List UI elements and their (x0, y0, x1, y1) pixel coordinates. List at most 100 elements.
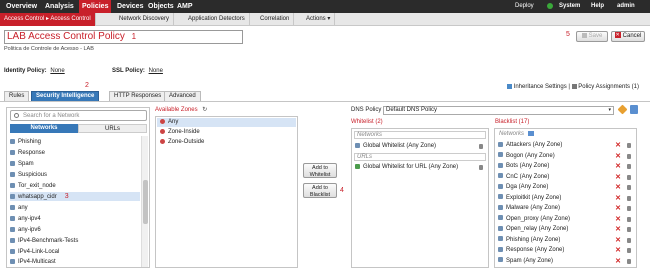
block-x-icon[interactable]: ✕ (615, 216, 621, 223)
policy-assignments-link[interactable]: Policy Assignments (1) (578, 84, 639, 90)
trash-icon[interactable] (627, 258, 631, 264)
inheritance-settings-link[interactable]: Inheritance Settings (514, 84, 567, 90)
network-list-scrollbar[interactable] (141, 136, 148, 267)
subnav-access-control[interactable]: Access Control ▸ Access Control (0, 13, 96, 26)
blacklist-networks-filter[interactable]: Networks (497, 131, 634, 139)
trash-icon[interactable] (627, 164, 631, 169)
block-x-icon[interactable]: ✕ (615, 226, 621, 233)
cancel-button[interactable]: ✕ Cancel (611, 31, 645, 42)
blacklist-item[interactable]: Bogon (Any Zone) ✕ (498, 152, 635, 161)
scrollbar-thumb[interactable] (143, 180, 148, 224)
list-item[interactable]: Phishing (10, 138, 41, 147)
block-x-icon[interactable]: ✕ (615, 153, 621, 160)
block-x-icon[interactable]: ✕ (615, 205, 621, 212)
blacklist-item[interactable]: Attackers (Any Zone) ✕ (498, 141, 635, 150)
list-item[interactable]: IPv4-Multicast (10, 258, 56, 267)
list-item[interactable]: Tor_exit_node (10, 182, 56, 191)
list-item[interactable]: IPv4-Benchmark-Tests (10, 237, 78, 246)
list-item[interactable]: IPv4-Link-Local (10, 248, 59, 257)
list-item[interactable]: any-ipv6 (10, 226, 41, 235)
list-item[interactable]: any-ipv4 (10, 215, 41, 224)
block-x-icon[interactable]: ✕ (615, 258, 621, 265)
block-x-icon[interactable]: ✕ (615, 142, 621, 149)
block-x-icon[interactable]: ✕ (615, 163, 621, 170)
blacklist-item-label: Spam (Any Zone) (506, 257, 554, 264)
trash-icon[interactable] (479, 165, 483, 170)
nav-system[interactable]: System (556, 0, 583, 13)
nav-overview[interactable]: Overview (3, 0, 40, 13)
blacklist-item[interactable]: Phishing (Any Zone) ✕ (498, 236, 635, 245)
trash-icon[interactable] (479, 144, 483, 149)
list-item[interactable]: Spam (10, 160, 34, 169)
subnav-correlation[interactable]: Correlation (256, 13, 295, 26)
nav-devices[interactable]: Devices (114, 0, 146, 13)
blacklist-item[interactable]: Spam (Any Zone) ✕ (498, 257, 635, 266)
tab-advanced[interactable]: Advanced (164, 91, 201, 101)
block-x-icon[interactable]: ✕ (615, 184, 621, 191)
nav-help[interactable]: Help (588, 0, 607, 13)
ssl-policy-link[interactable]: None (149, 68, 163, 74)
tab-rules[interactable]: Rules (4, 91, 30, 101)
policy-name-field[interactable]: LAB Access Control Policy 1 (4, 30, 243, 44)
trash-icon[interactable] (627, 206, 631, 211)
zone-item-selected[interactable]: Any (157, 118, 296, 127)
zone-item[interactable]: Zone-Outside (157, 138, 204, 147)
trash-icon[interactable] (627, 227, 631, 232)
trash-icon[interactable] (627, 153, 631, 159)
save-button[interactable]: Save (576, 31, 608, 42)
subnav-application-detectors[interactable]: Application Detectors (184, 13, 250, 26)
whitelist-urls-filter[interactable]: URLs (354, 153, 486, 161)
trash-icon[interactable] (627, 248, 631, 253)
whitelist-networks-filter[interactable]: Networks (354, 131, 486, 139)
tab-urls[interactable]: URLs (78, 124, 147, 133)
zone-item[interactable]: Zone-Inside (157, 128, 200, 137)
trash-icon[interactable] (627, 216, 631, 222)
whitelist-url-item[interactable]: Global Whitelist for URL (Any Zone) (355, 163, 487, 172)
trash-icon[interactable] (627, 237, 631, 243)
tab-security-intelligence[interactable]: Security Intelligence (31, 91, 100, 101)
trash-icon[interactable] (627, 174, 631, 180)
block-x-icon[interactable]: ✕ (615, 195, 621, 202)
add-to-blacklist-button[interactable]: Add to Blacklist (303, 183, 337, 198)
blacklist-item[interactable]: CnC (Any Zone) ✕ (498, 173, 635, 182)
filter-icon[interactable] (527, 131, 534, 136)
blacklist-item[interactable]: Exploitkit (Any Zone) ✕ (498, 194, 635, 203)
trash-icon[interactable] (627, 185, 631, 190)
blacklist-item[interactable]: Dga (Any Zone) ✕ (498, 183, 635, 192)
trash-icon[interactable] (627, 195, 631, 201)
blacklist-item[interactable]: Bots (Any Zone) ✕ (498, 162, 635, 171)
deploy-button[interactable]: Deploy (512, 0, 537, 13)
block-x-icon[interactable]: ✕ (615, 237, 621, 244)
nav-analysis[interactable]: Analysis (42, 0, 77, 13)
tab-networks[interactable]: Networks (10, 124, 78, 133)
save-icon (581, 32, 587, 38)
tab-http-responses[interactable]: HTTP Responses (109, 91, 167, 101)
add-to-whitelist-button[interactable]: Add to Whitelist (303, 163, 337, 178)
block-x-icon[interactable]: ✕ (615, 247, 621, 254)
edit-pencil-icon[interactable] (617, 104, 628, 115)
whitelist-network-item[interactable]: Global Whitelist (Any Zone) (355, 142, 487, 151)
identity-policy-link[interactable]: None (50, 68, 64, 74)
nav-amp[interactable]: AMP (174, 0, 196, 13)
network-search-input[interactable]: Search for a Network (10, 110, 147, 121)
list-item[interactable]: Suspicious (10, 171, 47, 180)
identity-policy: Identity Policy: None (4, 68, 65, 74)
dns-policy-select[interactable]: Default DNS Policy ▾ (383, 106, 614, 115)
network-object-icon (355, 142, 360, 148)
block-x-icon[interactable]: ✕ (615, 174, 621, 181)
subnav-actions[interactable]: Actions ▾ (302, 13, 336, 26)
blacklist-item[interactable]: Malware (Any Zone) ✕ (498, 204, 635, 213)
blacklist-item[interactable]: Response (Any Zone) ✕ (498, 246, 635, 255)
blacklist-item[interactable]: Open_proxy (Any Zone) ✕ (498, 215, 635, 224)
subnav-network-discovery[interactable]: Network Discovery (115, 13, 175, 26)
dns-info-icon[interactable] (630, 105, 638, 114)
trash-icon[interactable] (627, 143, 631, 148)
nav-policies[interactable]: Policies (79, 0, 112, 13)
blacklist-item[interactable]: Open_relay (Any Zone) ✕ (498, 225, 635, 234)
user-menu[interactable]: admin (614, 0, 638, 13)
list-item[interactable]: Response (10, 149, 45, 158)
list-item-selected[interactable]: whatsapp_cidr 3 (10, 192, 140, 201)
refresh-icon[interactable]: ↻ (202, 107, 207, 113)
list-item[interactable]: any (10, 204, 28, 213)
nav-objects[interactable]: Objects (145, 0, 177, 13)
